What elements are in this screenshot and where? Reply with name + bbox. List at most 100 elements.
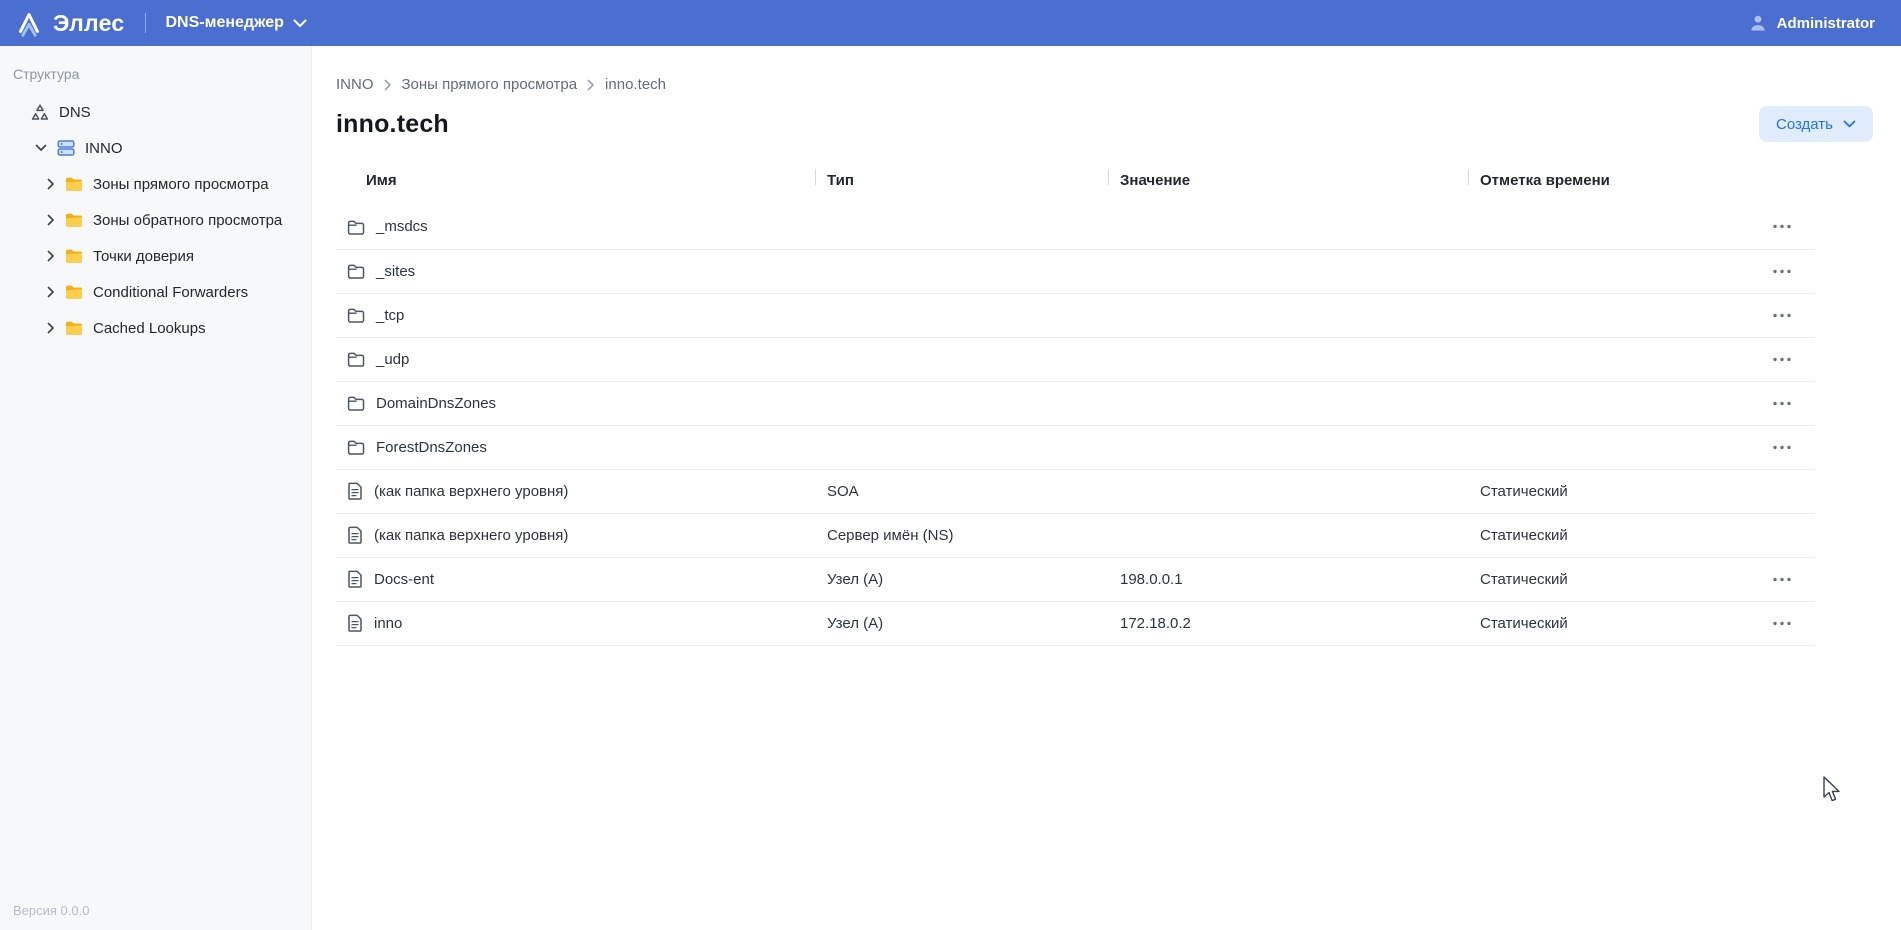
topbar-divider [145,13,146,33]
ellipsis-icon [1772,357,1792,362]
chevron-down-icon [1843,120,1856,128]
record-name: DomainDnsZones [376,395,496,412]
row-menu-button[interactable] [1766,265,1798,278]
record-type [815,337,1108,381]
app-version: Версия 0.0.0 [13,903,89,918]
user-icon [1748,13,1768,33]
row-menu-button[interactable] [1766,353,1798,366]
row-menu-button[interactable] [1766,573,1798,586]
sidebar-folder-item[interactable]: Cached Lookups [13,310,311,346]
chevron-down-icon [35,144,47,152]
record-timestamp [1468,381,1740,425]
record-name: _tcp [376,307,404,324]
app-logo: Эллес [14,8,125,38]
tree-item-server-inno[interactable]: INNO [13,130,311,166]
user-menu[interactable]: Administrator [1748,13,1875,33]
record-timestamp [1468,425,1740,469]
ellipsis-icon [1772,577,1792,582]
row-menu-button[interactable] [1766,617,1798,630]
main-content: INNO Зоны прямого просмотра [312,46,1901,930]
table-row[interactable]: ForestDnsZones [336,425,1815,469]
ellipsis-icon [1772,313,1792,318]
sidebar-folder-item[interactable]: Точки доверия [13,238,311,274]
file-icon [346,481,364,501]
table-row[interactable]: _udp [336,337,1815,381]
zone-folders: Зоны прямого просмотра З [13,166,311,346]
record-value: 198.0.0.1 [1108,557,1468,601]
elles-logo-icon [14,8,44,38]
record-timestamp: Статический [1468,557,1740,601]
breadcrumb: INNO Зоны прямого просмотра [336,76,1873,93]
folder-icon [64,210,84,230]
product-switcher[interactable]: DNS-менеджер [166,14,307,32]
record-name: _msdcs [376,218,428,235]
row-menu-button[interactable] [1766,441,1798,454]
row-menu-button[interactable] [1766,220,1798,233]
breadcrumb-label: Зоны прямого просмотра [402,76,578,93]
record-timestamp: Статический [1468,601,1740,645]
sidebar-folder-label: Conditional Forwarders [93,284,248,301]
record-type [815,381,1108,425]
app-logo-text: Эллес [53,10,125,37]
folder-outline-icon [346,349,366,369]
tree-item-label: DNS [59,104,91,121]
table-row[interactable]: DomainDnsZones [336,381,1815,425]
record-name: _sites [376,263,415,280]
column-header-value: Значение [1108,166,1468,205]
folder-outline-icon [346,437,366,457]
table-row[interactable]: _sites [336,249,1815,293]
tree-item-dns-root[interactable]: DNS [13,94,311,130]
folder-icon [64,174,84,194]
sidebar-folder-item[interactable]: Зоны обратного просмотра [13,202,311,238]
ellipsis-icon [1772,621,1792,626]
table-row[interactable]: _tcp [336,293,1815,337]
folder-outline-icon [346,261,366,281]
create-button-label: Создать [1776,116,1833,133]
table-row[interactable]: inno Узел (A) 172.18.0.2 Статический [336,601,1815,645]
record-name: ForestDnsZones [376,439,487,456]
table-row[interactable]: (как папка верхнего уровня) SOA Статичес… [336,469,1815,513]
column-header-actions [1740,166,1815,205]
breadcrumb-item[interactable]: Зоны прямого просмотра [402,76,606,93]
create-button[interactable]: Создать [1759,106,1873,142]
table-body: _msdcs [336,205,1815,645]
breadcrumb-item[interactable]: inno.tech [605,76,666,93]
sidebar-section-label: Структура [13,66,311,82]
chevron-right-icon [47,286,55,298]
chevron-right-icon [47,322,55,334]
record-value [1108,249,1468,293]
sidebar-folder-item[interactable]: Зоны прямого просмотра [13,166,311,202]
column-header-type: Тип [815,166,1108,205]
row-menu-button[interactable] [1766,397,1798,410]
sidebar-folder-label: Зоны обратного просмотра [93,212,282,229]
record-timestamp: Статический [1468,469,1740,513]
breadcrumb-item[interactable]: INNO [336,76,402,93]
sidebar: Структура DNS [0,46,312,930]
folder-outline-icon [346,217,366,237]
record-timestamp: Статический [1468,513,1740,557]
file-icon [346,525,364,545]
file-icon [346,569,364,589]
folder-icon [64,282,84,302]
record-type [815,425,1108,469]
ellipsis-icon [1772,401,1792,406]
record-type: Узел (A) [815,557,1108,601]
table-row[interactable]: (как папка верхнего уровня) Сервер имён … [336,513,1815,557]
sidebar-folder-label: Точки доверия [93,248,194,265]
ellipsis-icon [1772,224,1792,229]
table-row[interactable]: Docs-ent Узел (A) 198.0.0.1 Статический [336,557,1815,601]
table-row[interactable]: _msdcs [336,205,1815,249]
sidebar-folder-item[interactable]: Conditional Forwarders [13,274,311,310]
top-bar: Эллес DNS-менеджер Administrator [0,0,1901,46]
page-title: inno.tech [336,110,449,139]
file-icon [346,613,364,633]
record-type: Узел (A) [815,601,1108,645]
structure-tree: DNS INNO [13,94,311,166]
column-header-timestamp: Отметка времени [1468,166,1740,205]
breadcrumb-separator-icon [384,79,392,91]
column-header-name: Имя [336,166,815,205]
user-name: Administrator [1777,15,1875,32]
record-name: (как папка верхнего уровня) [374,527,568,544]
record-value [1108,293,1468,337]
row-menu-button[interactable] [1766,309,1798,322]
